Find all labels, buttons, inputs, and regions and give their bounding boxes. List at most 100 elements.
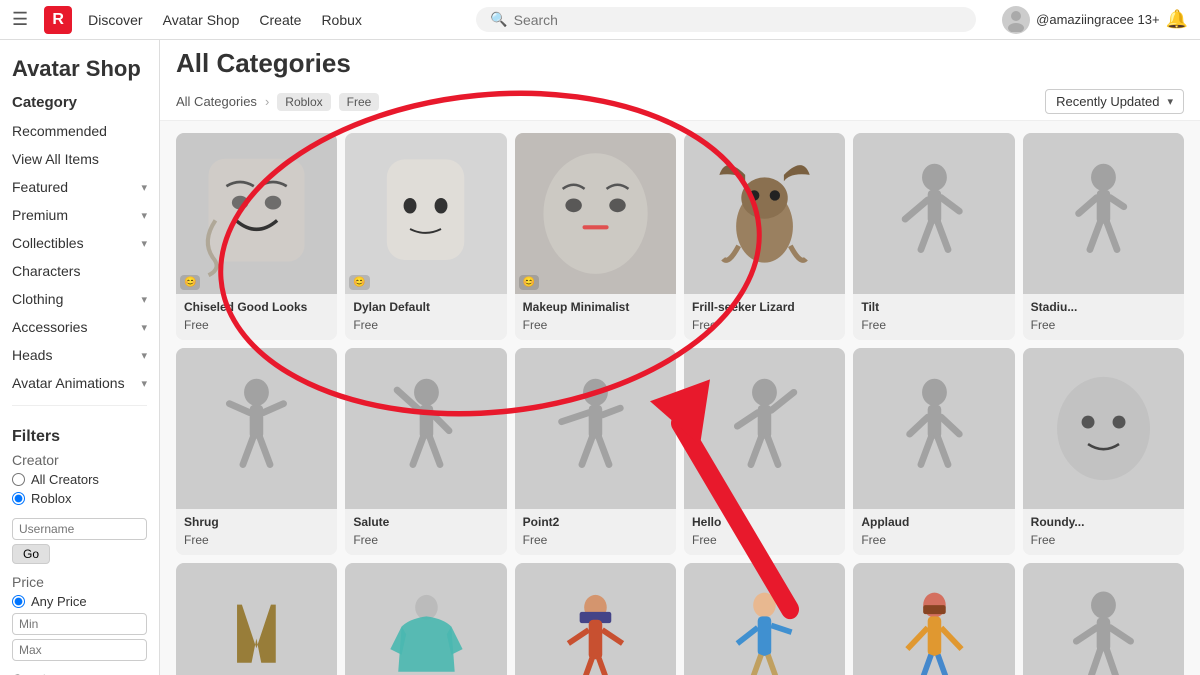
chevron-down-icon: ▾ bbox=[141, 377, 147, 390]
search-input[interactable] bbox=[514, 12, 963, 28]
creator-radio-group: All Creators Roblox bbox=[12, 472, 147, 506]
item-badge: 😊 bbox=[180, 275, 200, 290]
item-price: Free bbox=[523, 318, 668, 332]
item-name: Applaud bbox=[861, 515, 1006, 531]
list-item[interactable]: 😊 Makeup Minimalist Free bbox=[515, 133, 676, 340]
nav-avatar-shop[interactable]: Avatar Shop bbox=[163, 12, 240, 28]
category-label: Category bbox=[0, 94, 159, 117]
list-item[interactable]: Stadiu... Free bbox=[1023, 133, 1184, 340]
chevron-down-icon: ▾ bbox=[141, 237, 147, 250]
item-badge: 😊 bbox=[349, 275, 369, 290]
breadcrumb-all-categories[interactable]: All Categories bbox=[176, 94, 257, 109]
item-info: Frill-seeker Lizard Free bbox=[684, 294, 845, 340]
nav-create[interactable]: Create bbox=[259, 12, 301, 28]
top-navigation: ☰ R Discover Avatar Shop Create Robux 🔍 … bbox=[0, 0, 1200, 40]
item-price: Free bbox=[184, 318, 329, 332]
sidebar-item-characters[interactable]: Characters bbox=[0, 257, 159, 285]
breadcrumb-free[interactable]: Free bbox=[339, 93, 380, 111]
sidebar: Avatar Shop Category Recommended View Al… bbox=[0, 40, 160, 675]
sidebar-item-avatar-animations[interactable]: Avatar Animations ▾ bbox=[0, 369, 159, 397]
chevron-down-icon: ▾ bbox=[141, 293, 147, 306]
list-item[interactable]: Shrug Free bbox=[176, 348, 337, 555]
sidebar-item-premium[interactable]: Premium ▾ bbox=[0, 201, 159, 229]
item-info: Stadiu... Free bbox=[1023, 294, 1184, 340]
main-content: All Categories All Categories › Roblox F… bbox=[160, 40, 1200, 675]
search-bar: 🔍 bbox=[476, 7, 976, 32]
page-layout: Avatar Shop Category Recommended View Al… bbox=[0, 40, 1200, 675]
radio-all-creators[interactable]: All Creators bbox=[12, 472, 147, 487]
avatar[interactable] bbox=[1002, 6, 1030, 34]
item-price: Free bbox=[692, 533, 837, 547]
item-name: Salute bbox=[353, 515, 498, 531]
nav-discover[interactable]: Discover bbox=[88, 12, 142, 28]
item-price: Free bbox=[1031, 318, 1176, 332]
item-price: Free bbox=[861, 533, 1006, 547]
nav-robux[interactable]: Robux bbox=[321, 12, 361, 28]
sidebar-item-heads[interactable]: Heads ▾ bbox=[0, 341, 159, 369]
item-price: Free bbox=[861, 318, 1006, 332]
sidebar-item-featured[interactable]: Featured ▾ bbox=[0, 173, 159, 201]
item-info: Chiseled Good Looks Free bbox=[176, 294, 337, 340]
price-filter-label: Price bbox=[12, 574, 147, 590]
list-item[interactable] bbox=[176, 563, 337, 675]
divider bbox=[12, 405, 147, 406]
user-area: @amaziingracee 13+ 🔔 bbox=[1002, 6, 1188, 34]
go-button[interactable]: Go bbox=[12, 544, 50, 564]
page-title: All Categories bbox=[176, 48, 1184, 79]
item-name: Dylan Default bbox=[353, 300, 498, 316]
list-item[interactable] bbox=[684, 563, 845, 675]
page-title-area: All Categories bbox=[160, 40, 1200, 79]
list-item[interactable]: Point2 Free bbox=[515, 348, 676, 555]
list-item[interactable]: Salute Free bbox=[345, 348, 506, 555]
list-item[interactable] bbox=[1023, 563, 1184, 675]
items-grid: 😊 Chiseled Good Looks Free 😊 bbox=[160, 121, 1200, 675]
sidebar-item-view-all[interactable]: View All Items bbox=[0, 145, 159, 173]
list-item[interactable] bbox=[853, 563, 1014, 675]
item-info: Point2 Free bbox=[515, 509, 676, 555]
hamburger-icon[interactable]: ☰ bbox=[12, 9, 28, 30]
sidebar-title: Avatar Shop bbox=[0, 56, 159, 94]
creators-sidebar-label: Creators bbox=[0, 661, 159, 675]
radio-any-price[interactable]: Any Price bbox=[12, 594, 147, 609]
sort-dropdown[interactable]: Recently Updated ▾ bbox=[1045, 89, 1184, 114]
sidebar-item-collectibles[interactable]: Collectibles ▾ bbox=[0, 229, 159, 257]
breadcrumb: All Categories › Roblox Free bbox=[176, 93, 1035, 111]
chevron-down-icon: ▾ bbox=[1167, 95, 1173, 108]
sidebar-item-recommended[interactable]: Recommended bbox=[0, 117, 159, 145]
list-item[interactable] bbox=[345, 563, 506, 675]
max-price-input[interactable] bbox=[12, 639, 147, 661]
item-name: Point2 bbox=[523, 515, 668, 531]
sidebar-item-clothing[interactable]: Clothing ▾ bbox=[0, 285, 159, 313]
bell-icon[interactable]: 🔔 bbox=[1166, 9, 1188, 30]
list-item[interactable]: Tilt Free bbox=[853, 133, 1014, 340]
username-label: @amaziingracee 13+ bbox=[1036, 12, 1159, 27]
chevron-down-icon: ▾ bbox=[141, 209, 147, 222]
breadcrumb-separator: › bbox=[265, 94, 269, 109]
breadcrumb-roblox[interactable]: Roblox bbox=[277, 93, 330, 111]
item-info: Salute Free bbox=[345, 509, 506, 555]
username-input[interactable] bbox=[12, 518, 147, 540]
item-name: Chiseled Good Looks bbox=[184, 300, 329, 316]
item-name: Tilt bbox=[861, 300, 1006, 316]
item-info: Hello Free bbox=[684, 509, 845, 555]
item-info: Roundy... Free bbox=[1023, 509, 1184, 555]
roblox-logo: R bbox=[44, 6, 72, 34]
creator-filter: Creator All Creators Roblox Go bbox=[0, 452, 159, 564]
list-item[interactable]: Roundy... Free bbox=[1023, 348, 1184, 555]
list-item[interactable]: Hello Free bbox=[684, 348, 845, 555]
list-item[interactable]: 😊 Chiseled Good Looks Free bbox=[176, 133, 337, 340]
filters-title: Filters bbox=[0, 414, 159, 452]
min-price-input[interactable] bbox=[12, 613, 147, 635]
item-name: Hello bbox=[692, 515, 837, 531]
item-price: Free bbox=[523, 533, 668, 547]
list-item[interactable]: Frill-seeker Lizard Free bbox=[684, 133, 845, 340]
chevron-down-icon: ▾ bbox=[141, 321, 147, 334]
nav-links: Discover Avatar Shop Create Robux bbox=[88, 12, 362, 28]
list-item[interactable] bbox=[515, 563, 676, 675]
item-price: Free bbox=[1031, 533, 1176, 547]
list-item[interactable]: Applaud Free bbox=[853, 348, 1014, 555]
sidebar-item-accessories[interactable]: Accessories ▾ bbox=[0, 313, 159, 341]
radio-roblox[interactable]: Roblox bbox=[12, 491, 147, 506]
list-item[interactable]: 😊 Dylan Default Free bbox=[345, 133, 506, 340]
price-range bbox=[12, 613, 147, 661]
